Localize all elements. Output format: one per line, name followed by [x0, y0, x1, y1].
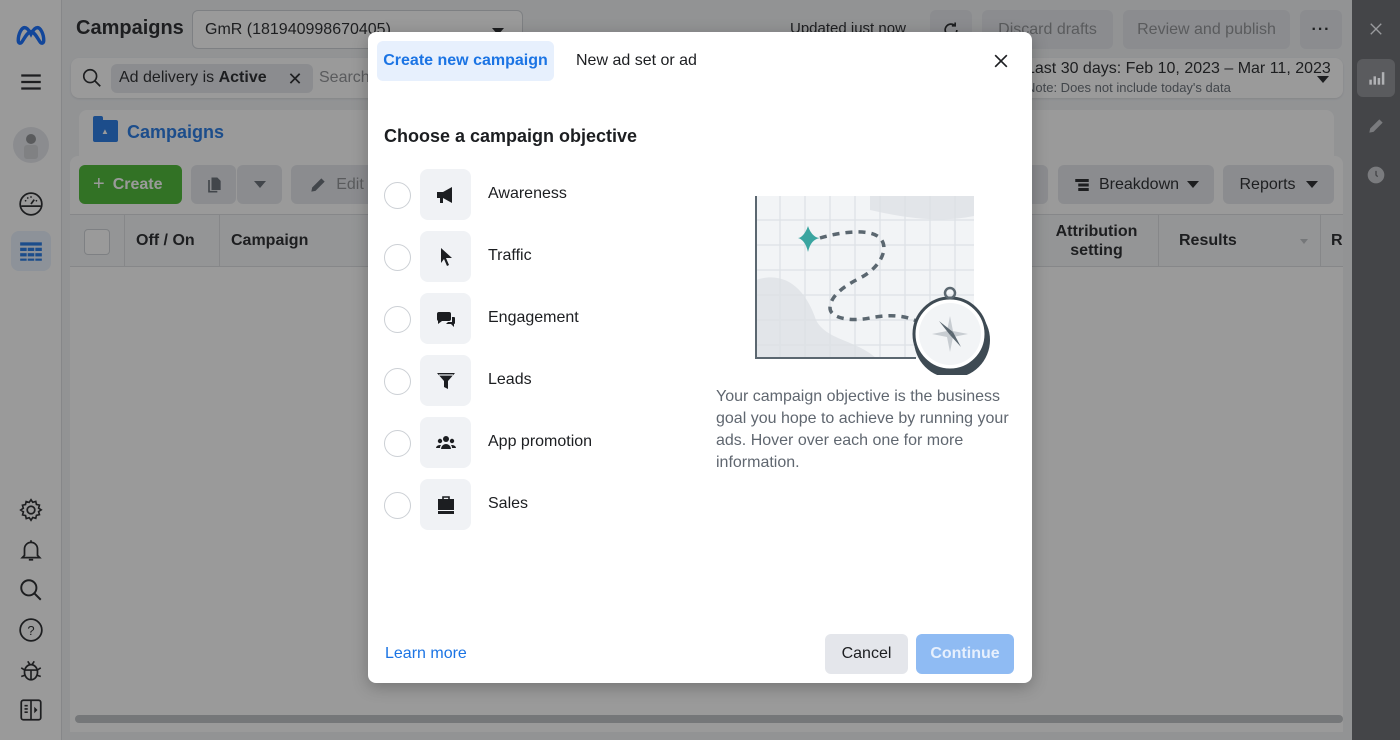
- objective-label: Traffic: [488, 247, 532, 264]
- objective-label: App promotion: [488, 433, 593, 450]
- objective-option-awareness[interactable]: Awareness: [384, 169, 684, 221]
- megaphone-icon: [420, 169, 471, 220]
- objective-option-sales[interactable]: Sales: [384, 479, 684, 531]
- tab-create-new-campaign[interactable]: Create new campaign: [377, 41, 554, 81]
- objective-description: Your campaign objective is the business …: [716, 388, 1009, 471]
- charts-icon[interactable]: [1357, 59, 1395, 97]
- objective-label: Engagement: [488, 309, 579, 326]
- objective-option-app-promotion[interactable]: App promotion: [384, 417, 684, 469]
- learn-more-link[interactable]: Learn more: [385, 645, 467, 663]
- side-panel-strip: [1352, 0, 1400, 740]
- continue-button[interactable]: Continue: [916, 634, 1014, 674]
- ads-manager-app: ? Campaigns GmR (181940998670405) Update…: [0, 0, 1400, 740]
- objective-radio[interactable]: [384, 430, 411, 457]
- objective-radio[interactable]: [384, 368, 411, 395]
- close-dialog-button[interactable]: [988, 48, 1014, 74]
- create-campaign-dialog: Create new campaign New ad set or ad Cho…: [368, 32, 1032, 683]
- history-clock-icon[interactable]: [1357, 156, 1395, 194]
- objective-radio[interactable]: [384, 244, 411, 271]
- objective-label: Leads: [488, 371, 532, 388]
- dialog-title: Choose a campaign objective: [384, 126, 638, 146]
- cancel-button[interactable]: Cancel: [825, 634, 908, 674]
- map-compass-illustration: [755, 196, 990, 375]
- cursor-icon: [420, 231, 471, 282]
- objective-option-leads[interactable]: Leads: [384, 355, 684, 407]
- shopping-bag-icon: [420, 479, 471, 530]
- objective-radio[interactable]: [384, 306, 411, 333]
- tab-new-ad-set-or-ad[interactable]: New ad set or ad: [576, 52, 697, 70]
- people-icon: [420, 417, 471, 468]
- objective-label: Sales: [488, 495, 529, 512]
- edit-pencil-icon[interactable]: [1357, 107, 1395, 145]
- close-panel-icon[interactable]: [1357, 10, 1395, 48]
- objective-radio[interactable]: [384, 182, 411, 209]
- objective-radio[interactable]: [384, 492, 411, 519]
- objective-label: Awareness: [488, 185, 567, 202]
- funnel-icon: [420, 355, 471, 406]
- objective-option-traffic[interactable]: Traffic: [384, 231, 684, 283]
- chat-bubbles-icon: [420, 293, 471, 344]
- objective-option-engagement[interactable]: Engagement: [384, 293, 684, 345]
- close-icon: [994, 54, 1008, 68]
